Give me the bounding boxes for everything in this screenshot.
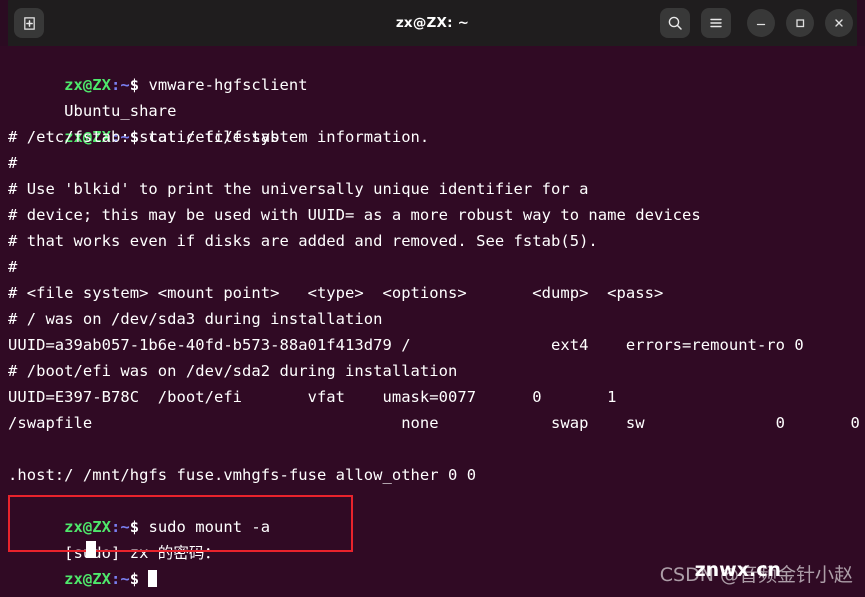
minimize-button[interactable]: [747, 9, 775, 37]
prompt-user: zx@ZX: [64, 570, 111, 588]
terminal-line: zx@ZX:~$ cat /etc/fstab: [0, 98, 865, 146]
terminal-line: # <file system> <mount point> <type> <op…: [0, 280, 865, 306]
terminal-output: UUID=a39ab057-1b6e-40fd-b573-88a01f413d7…: [8, 336, 865, 354]
terminal-line: # Use 'blkid' to print the universally u…: [0, 176, 865, 202]
prompt-sign: $: [129, 570, 140, 588]
search-button[interactable]: [660, 8, 690, 38]
terminal-line: # device; this may be used with UUID= as…: [0, 202, 865, 228]
terminal-output: # that works even if disks are added and…: [8, 232, 598, 250]
terminal-line: # / was on /dev/sda3 during installation: [0, 306, 865, 332]
terminal-line: #: [0, 254, 865, 280]
new-tab-icon: [22, 16, 37, 31]
terminal-screen[interactable]: zx@ZX:~$ vmware-hgfsclient Ubuntu_share …: [0, 46, 865, 597]
terminal-output: # / was on /dev/sda3 during installation: [8, 310, 383, 328]
window-titlebar: zx@ZX: ~: [0, 0, 865, 46]
terminal-output: # Use 'blkid' to print the universally u…: [8, 180, 589, 198]
terminal-line: # that works even if disks are added and…: [0, 228, 865, 254]
terminal-output: # /boot/efi was on /dev/sda2 during inst…: [8, 362, 458, 380]
terminal-output: /swapfile none swap sw 0 0: [8, 414, 860, 432]
terminal-line-active[interactable]: zx@ZX:~$: [0, 540, 865, 588]
terminal-output: #: [8, 258, 18, 276]
terminal-output: # <file system> <mount point> <type> <op…: [8, 284, 664, 302]
terminal-line: zx@ZX:~$ vmware-hgfsclient: [0, 46, 865, 94]
terminal-output: UUID=E397-B78C /boot/efi vfat umask=0077…: [8, 388, 617, 406]
terminal-line: # /boot/efi was on /dev/sda2 during inst…: [0, 358, 865, 384]
terminal-line: #: [0, 150, 865, 176]
maximize-button[interactable]: [786, 9, 814, 37]
terminal-output: .host:/ /mnt/hgfs fuse.vmhgfs-fuse allow…: [8, 466, 477, 484]
titlebar-controls: [660, 8, 853, 38]
search-icon: [667, 15, 683, 31]
terminal-line: UUID=E397-B78C /boot/efi vfat umask=0077…: [0, 384, 865, 410]
prompt-path: :~: [110, 570, 130, 588]
maximize-icon: [793, 16, 807, 30]
terminal-line: UUID=a39ab057-1b6e-40fd-b573-88a01f413d7…: [0, 332, 865, 358]
menu-button[interactable]: [701, 8, 731, 38]
terminal-output: # device; this may be used with UUID= as…: [8, 206, 701, 224]
close-button[interactable]: [825, 9, 853, 37]
text-cursor: [148, 570, 158, 587]
new-tab-button[interactable]: [14, 8, 44, 38]
hamburger-menu-icon: [708, 15, 724, 31]
terminal-line: /swapfile none swap sw 0 0: [0, 410, 865, 436]
password-cursor: [86, 541, 96, 558]
terminal-output: #: [8, 154, 18, 172]
terminal-line: Ubuntu_share: [0, 72, 865, 120]
terminal-line-highlighted: zx@ZX:~$ sudo mount -a: [0, 488, 865, 536]
close-icon: [832, 16, 846, 30]
minimize-icon: [754, 16, 768, 30]
terminal-command: [139, 570, 148, 588]
terminal-line: .host:/ /mnt/hgfs fuse.vmhgfs-fuse allow…: [0, 462, 865, 488]
terminal-line: # /etc/fstab: static file system informa…: [0, 124, 865, 150]
terminal-output: # /etc/fstab: static file system informa…: [8, 128, 430, 146]
sudo-password-prompt: [sudo] zx 的密码：: [0, 514, 865, 562]
terminal-window: zx@ZX: ~ zx@ZX:~$ vmware-hgfsclient Ubun…: [0, 0, 865, 597]
